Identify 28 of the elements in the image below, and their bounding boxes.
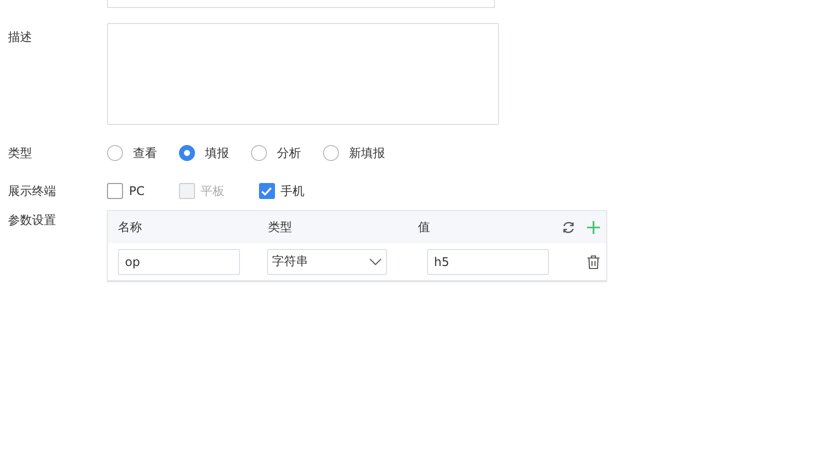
checkbox[interactable] <box>107 183 123 199</box>
column-header: 类型 <box>268 218 293 236</box>
input-field[interactable] <box>107 0 495 8</box>
trash-icon[interactable] <box>587 254 600 268</box>
radio-option[interactable]: 新填报 <box>323 144 385 162</box>
chevron-down-icon <box>369 258 382 266</box>
add-icon[interactable] <box>587 220 600 234</box>
radio-option[interactable]: 填报 <box>179 144 229 162</box>
name-input[interactable]: op <box>118 248 240 274</box>
field-label: 描述 <box>8 29 33 46</box>
radio-option[interactable]: 分析 <box>251 144 301 162</box>
checkbox-option[interactable]: PC <box>107 183 145 199</box>
type-select[interactable]: 字符串 <box>267 248 387 274</box>
value-input[interactable]: h5 <box>427 248 549 274</box>
radio-icon[interactable] <box>107 145 123 161</box>
radio-option[interactable]: 查看 <box>107 144 157 162</box>
checkbox[interactable] <box>258 183 275 199</box>
column-header: 值 <box>418 218 431 236</box>
checkbox-option[interactable]: 手机 <box>258 182 305 200</box>
radio-icon[interactable] <box>251 145 267 161</box>
radio-icon[interactable] <box>179 145 195 161</box>
column-header: 名称 <box>118 218 143 236</box>
radio-icon[interactable] <box>323 145 339 161</box>
field-label: 类型 <box>8 144 33 162</box>
field-label: 展示终端 <box>8 182 57 200</box>
description-field[interactable] <box>107 23 499 125</box>
field-label: 参数设置 <box>8 212 57 229</box>
refresh-icon[interactable] <box>562 220 575 234</box>
